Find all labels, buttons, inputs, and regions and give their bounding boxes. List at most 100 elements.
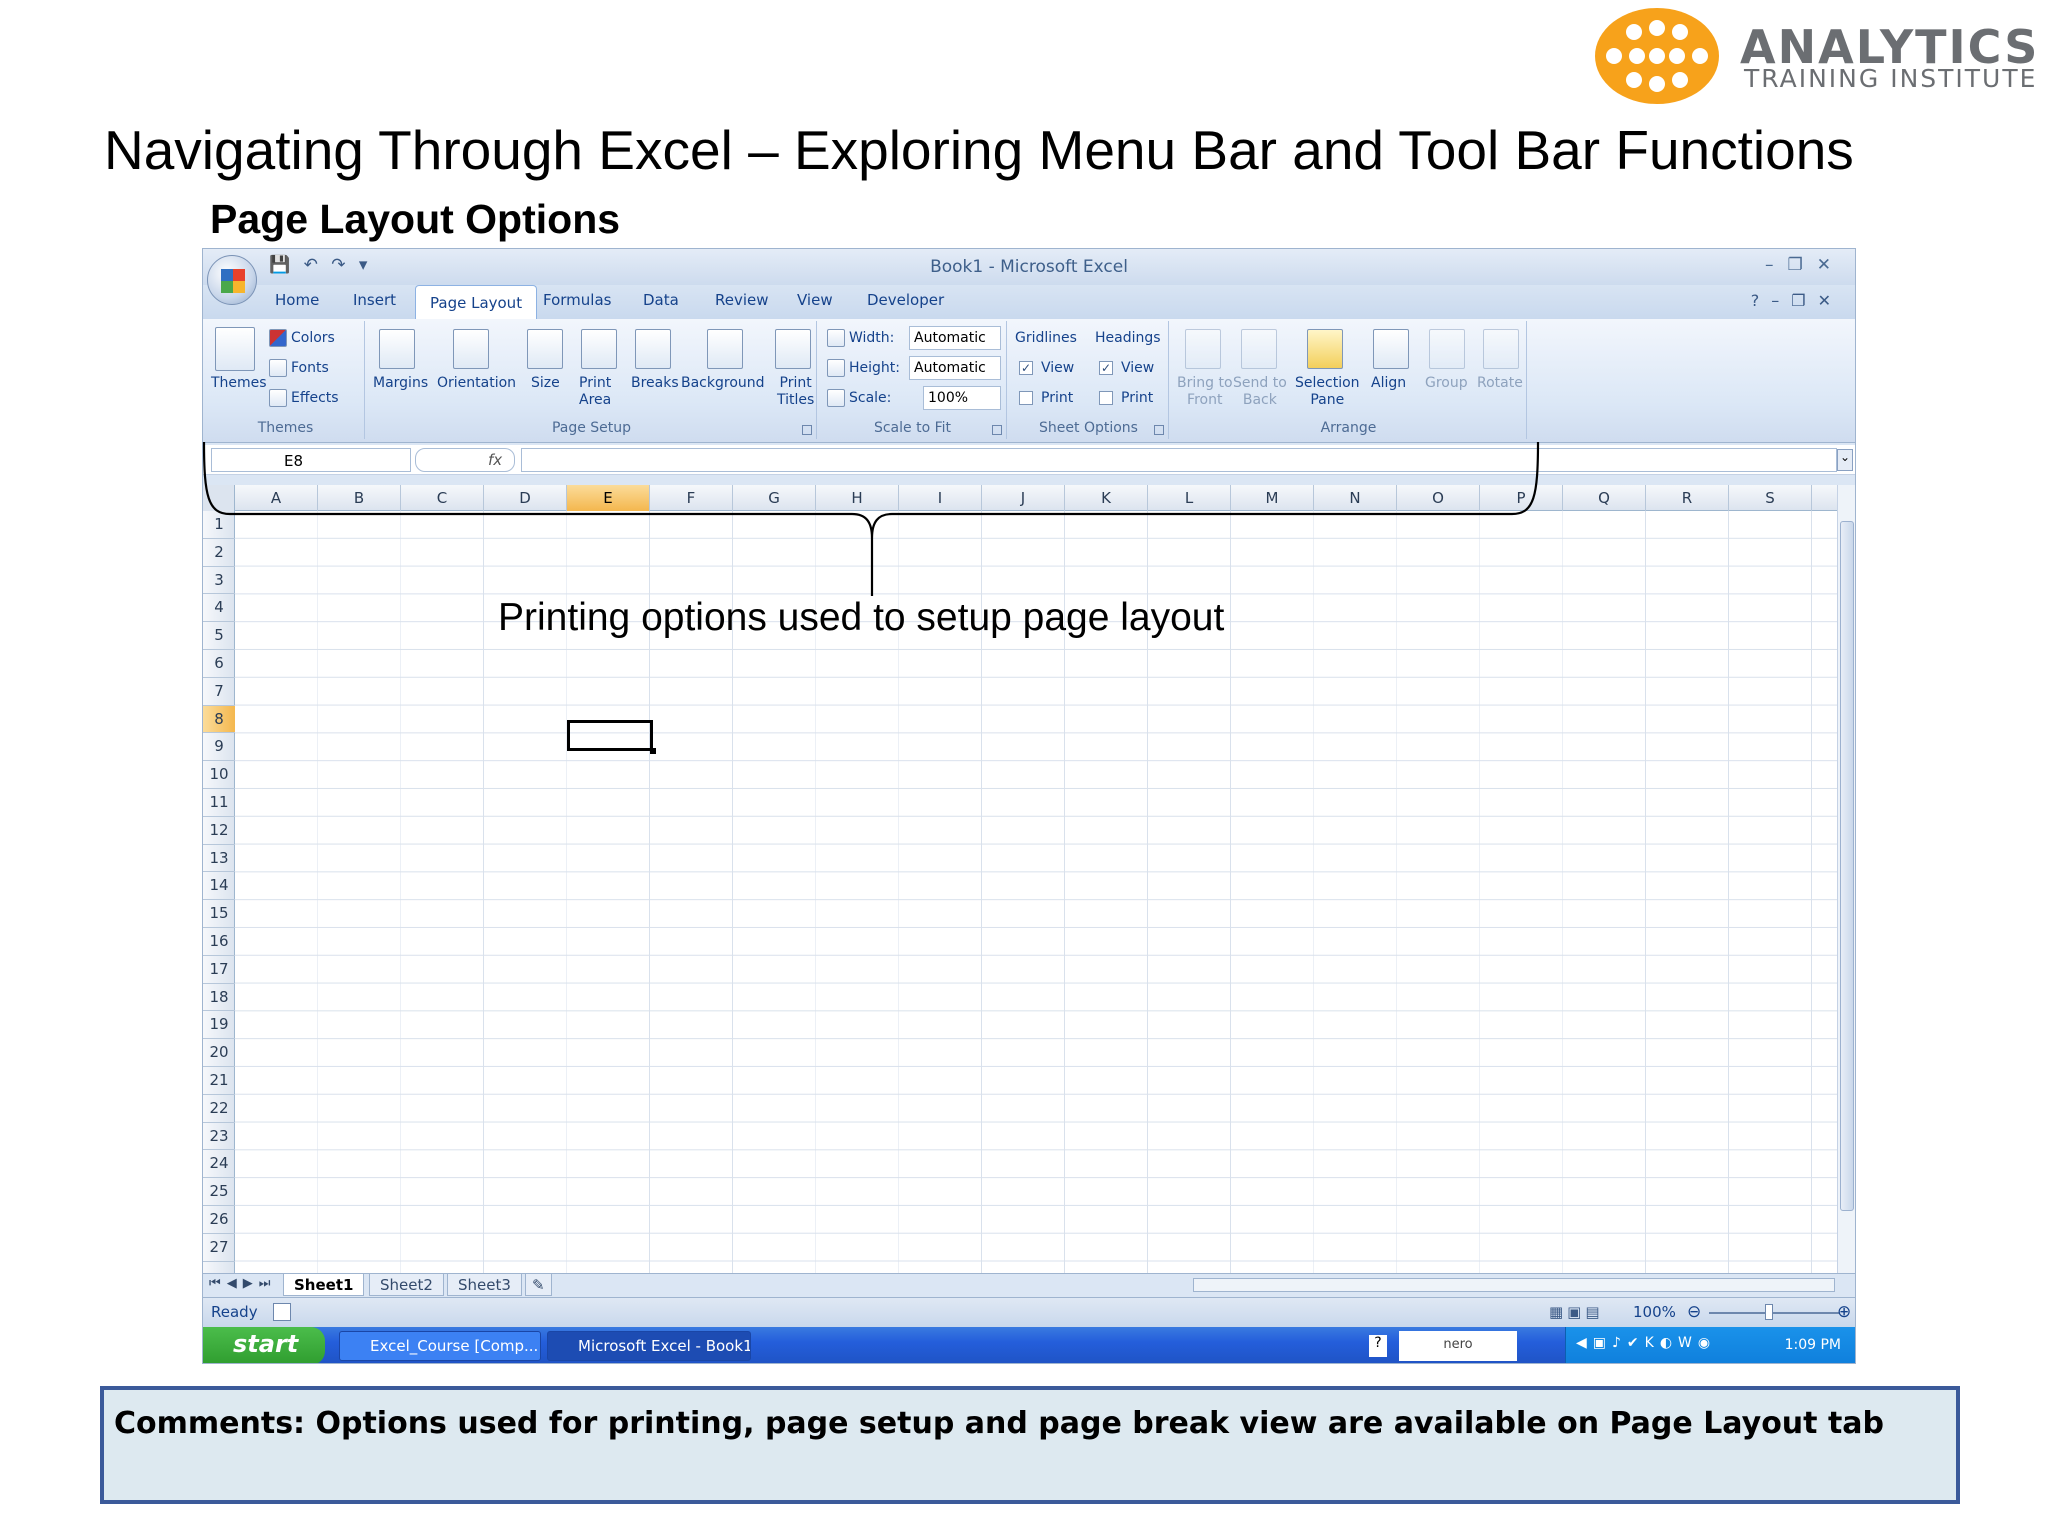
colors-button[interactable]: Colors xyxy=(291,330,335,347)
expand-formula-bar-icon[interactable]: ⌄ xyxy=(1837,449,1853,471)
tab-developer[interactable]: Developer xyxy=(867,291,944,309)
zoom-out-icon[interactable]: ⊖ xyxy=(1687,1302,1701,1322)
vertical-scrollbar[interactable] xyxy=(1837,485,1855,1273)
row-header[interactable]: 13 xyxy=(203,845,235,873)
zoom-slider[interactable] xyxy=(1709,1312,1839,1314)
row-header[interactable]: 21 xyxy=(203,1067,235,1095)
row-header[interactable]: 23 xyxy=(203,1123,235,1151)
headings-print-checkbox[interactable] xyxy=(1099,391,1113,405)
help-tray-icon[interactable]: ? xyxy=(1369,1335,1387,1357)
bring-to-front-button[interactable]: Bring to Front xyxy=(1177,375,1233,409)
tab-home[interactable]: Home xyxy=(275,291,319,309)
horizontal-scrollbar[interactable] xyxy=(1193,1278,1835,1292)
status-bar: Ready ▦▣▤ 100% ⊖ ⊕ xyxy=(203,1297,1855,1327)
size-button[interactable]: Size xyxy=(531,375,560,392)
sheet-options-launcher-icon[interactable] xyxy=(1154,425,1164,435)
group-button[interactable]: Group xyxy=(1425,375,1468,392)
scale-label: Scale: xyxy=(849,390,892,406)
sheet-nav-arrows[interactable]: ⏮◀▶⏭ xyxy=(209,1276,276,1291)
row-header[interactable]: 5 xyxy=(203,622,235,650)
gridlines-print-checkbox[interactable] xyxy=(1019,391,1033,405)
row-header[interactable]: 17 xyxy=(203,956,235,984)
tab-view[interactable]: View xyxy=(797,291,833,309)
row-header[interactable]: 10 xyxy=(203,761,235,789)
orientation-icon xyxy=(453,329,489,369)
row-header[interactable]: 11 xyxy=(203,789,235,817)
row-headers: 1 2 3 4 5 6 7 8 9 10 11 12 13 14 15 16 17 18 19 20 21 22 23 24 2… xyxy=(203,511,235,1273)
fonts-button[interactable]: Fonts xyxy=(291,360,329,377)
tray-icons[interactable]: ◀▣♪✔K◐W◉ xyxy=(1576,1335,1716,1351)
sheet-tab-1[interactable]: Sheet1 xyxy=(283,1274,365,1296)
group-label-sheet-options: Sheet Options xyxy=(1039,420,1138,436)
insert-sheet-icon[interactable]: ✎ xyxy=(525,1274,552,1296)
width-select[interactable]: Automatic xyxy=(909,326,1001,350)
row-header[interactable]: 9 xyxy=(203,733,235,762)
send-to-back-button[interactable]: Send to Back xyxy=(1233,375,1287,409)
row-header[interactable]: 19 xyxy=(203,1011,235,1040)
scale-icon xyxy=(827,389,845,407)
orientation-button[interactable]: Orientation xyxy=(437,375,516,392)
comments-box: Comments: Options used for printing, pag… xyxy=(100,1386,1960,1504)
effects-button[interactable]: Effects xyxy=(291,390,339,407)
row-header[interactable]: 20 xyxy=(203,1039,235,1067)
row-header[interactable]: 8 xyxy=(203,705,235,734)
zoom-in-icon[interactable]: ⊕ xyxy=(1837,1302,1851,1322)
rotate-button[interactable]: Rotate xyxy=(1477,375,1523,392)
help-icon[interactable]: ?–❐✕ xyxy=(1751,291,1843,310)
row-header[interactable]: 27 xyxy=(203,1234,235,1262)
print-area-button[interactable]: Print Area xyxy=(579,375,611,409)
column-header[interactable]: R xyxy=(1646,485,1729,511)
row-header[interactable]: 12 xyxy=(203,817,235,845)
row-header[interactable]: 6 xyxy=(203,650,235,678)
scale-launcher-icon[interactable] xyxy=(992,425,1002,435)
window-controls[interactable]: –❐✕ xyxy=(1765,255,1845,275)
active-cell-e8[interactable] xyxy=(567,720,656,754)
row-header[interactable]: 15 xyxy=(203,900,235,928)
margins-button[interactable]: Margins xyxy=(373,375,428,392)
sheet-tab-2[interactable]: Sheet2 xyxy=(369,1274,444,1296)
row-header[interactable]: 7 xyxy=(203,678,235,706)
taskbar-item-excel[interactable]: Microsoft Excel - Book1 xyxy=(547,1331,751,1361)
row-header[interactable]: 16 xyxy=(203,928,235,956)
zoom-slider-thumb[interactable] xyxy=(1765,1304,1773,1320)
system-tray: ◀▣♪✔K◐W◉ 1:09 PM xyxy=(1565,1327,1855,1363)
gridlines-view-checkbox[interactable]: ✓ xyxy=(1019,361,1033,375)
row-header[interactable]: 26 xyxy=(203,1206,235,1234)
tab-page-layout[interactable]: Page Layout xyxy=(415,285,538,319)
align-button[interactable]: Align xyxy=(1371,375,1406,392)
macro-record-icon[interactable] xyxy=(273,1303,291,1321)
nero-search-box[interactable]: nero xyxy=(1399,1331,1517,1361)
view-buttons[interactable]: ▦▣▤ xyxy=(1549,1303,1604,1321)
column-header[interactable]: S xyxy=(1729,485,1812,511)
page-setup-launcher-icon[interactable] xyxy=(802,425,812,435)
background-button[interactable]: Background xyxy=(681,375,765,392)
tab-formulas[interactable]: Formulas xyxy=(543,291,611,309)
scale-stepper[interactable]: 100% xyxy=(923,386,1001,410)
gridlines-view-label: View xyxy=(1041,360,1075,376)
row-header[interactable]: 14 xyxy=(203,872,235,901)
selection-pane-button[interactable]: Selection Pane xyxy=(1295,375,1360,409)
print-titles-button[interactable]: Print Titles xyxy=(777,375,814,409)
height-select[interactable]: Automatic xyxy=(909,356,1001,380)
headings-view-checkbox[interactable]: ✓ xyxy=(1099,361,1113,375)
tab-insert[interactable]: Insert xyxy=(353,291,396,309)
row-header[interactable]: 18 xyxy=(203,984,235,1012)
row-header[interactable]: 25 xyxy=(203,1178,235,1206)
gridlines-label: Gridlines xyxy=(1015,330,1077,346)
row-header[interactable]: 4 xyxy=(203,594,235,623)
sheet-tab-3[interactable]: Sheet3 xyxy=(447,1274,522,1296)
row-header[interactable]: 24 xyxy=(203,1150,235,1179)
column-header[interactable]: Q xyxy=(1563,485,1646,511)
group-label-themes: Themes xyxy=(257,420,314,436)
breaks-button[interactable]: Breaks xyxy=(631,375,679,392)
taskbar-item-powerpoint[interactable]: Excel_Course [Comp... xyxy=(339,1331,541,1361)
vertical-scroll-thumb[interactable] xyxy=(1840,521,1854,1211)
width-icon xyxy=(827,329,845,347)
tab-data[interactable]: Data xyxy=(643,291,679,309)
tab-review[interactable]: Review xyxy=(715,291,769,309)
row-header[interactable]: 22 xyxy=(203,1095,235,1123)
themes-icon[interactable] xyxy=(215,327,255,371)
themes-button[interactable]: Themes xyxy=(211,375,267,392)
start-button[interactable]: start xyxy=(203,1327,325,1363)
office-button[interactable] xyxy=(207,255,257,305)
